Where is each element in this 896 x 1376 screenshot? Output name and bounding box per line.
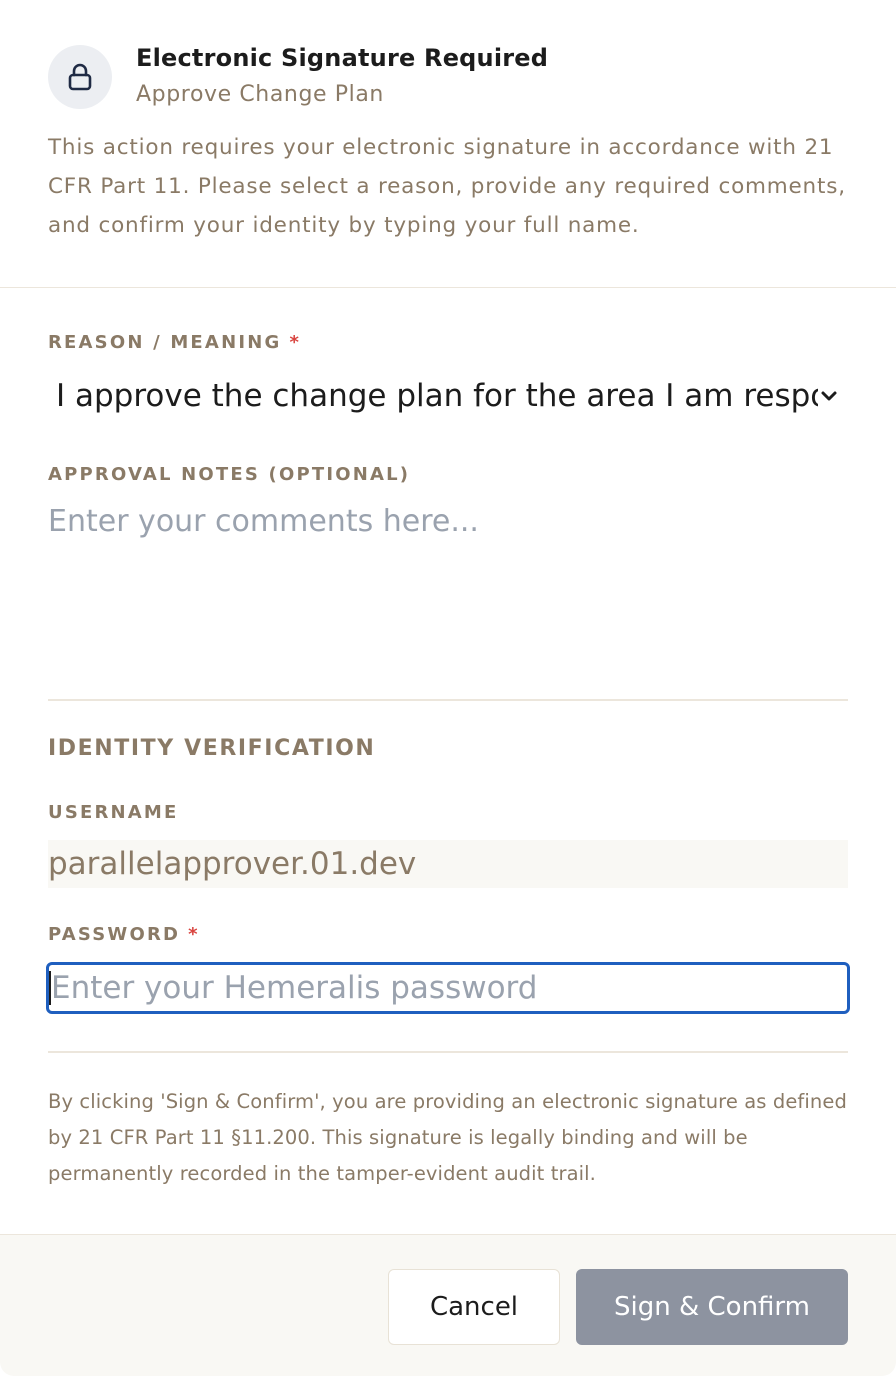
password-label-text: PASSWORD xyxy=(48,924,181,945)
divider xyxy=(48,699,848,701)
username-value: parallelapprover.01.dev xyxy=(48,846,417,882)
legal-notice: By clicking 'Sign & Confirm', you are pr… xyxy=(48,1090,847,1185)
chevron-down-icon xyxy=(821,391,837,401)
reason-select[interactable]: I approve the change plan for the area I… xyxy=(48,372,848,420)
username-field: parallelapprover.01.dev xyxy=(48,840,848,888)
dialog-footer: Cancel Sign & Confirm xyxy=(0,1234,896,1376)
lock-icon xyxy=(68,63,92,91)
signature-dialog: Electronic Signature Required Approve Ch… xyxy=(0,0,896,1376)
reason-label: REASON / MEANING * xyxy=(48,332,301,353)
identity-section-title: IDENTITY VERIFICATION xyxy=(48,736,376,761)
dialog-title: Electronic Signature Required xyxy=(136,44,549,72)
reason-select-value: I approve the change plan for the area I… xyxy=(56,378,818,414)
required-mark: * xyxy=(188,924,200,945)
dialog-header: Electronic Signature Required Approve Ch… xyxy=(0,0,896,288)
dialog-intro: This action requires your electronic sig… xyxy=(48,135,846,238)
divider xyxy=(48,1051,848,1053)
password-label: PASSWORD * xyxy=(48,924,200,945)
cancel-button[interactable]: Cancel xyxy=(388,1269,560,1345)
username-label: USERNAME xyxy=(48,802,179,823)
password-input[interactable]: Enter your Hemeralis password xyxy=(46,962,850,1014)
lock-badge xyxy=(48,45,112,109)
dialog-subtitle: Approve Change Plan xyxy=(136,82,384,107)
notes-label: APPROVAL NOTES (OPTIONAL) xyxy=(48,464,411,485)
sign-confirm-button[interactable]: Sign & Confirm xyxy=(576,1269,848,1345)
password-placeholder: Enter your Hemeralis password xyxy=(51,970,538,1006)
required-mark: * xyxy=(289,332,302,353)
approval-notes-textarea[interactable]: Enter your comments here... xyxy=(48,504,848,654)
reason-label-text: REASON / MEANING xyxy=(48,332,282,353)
